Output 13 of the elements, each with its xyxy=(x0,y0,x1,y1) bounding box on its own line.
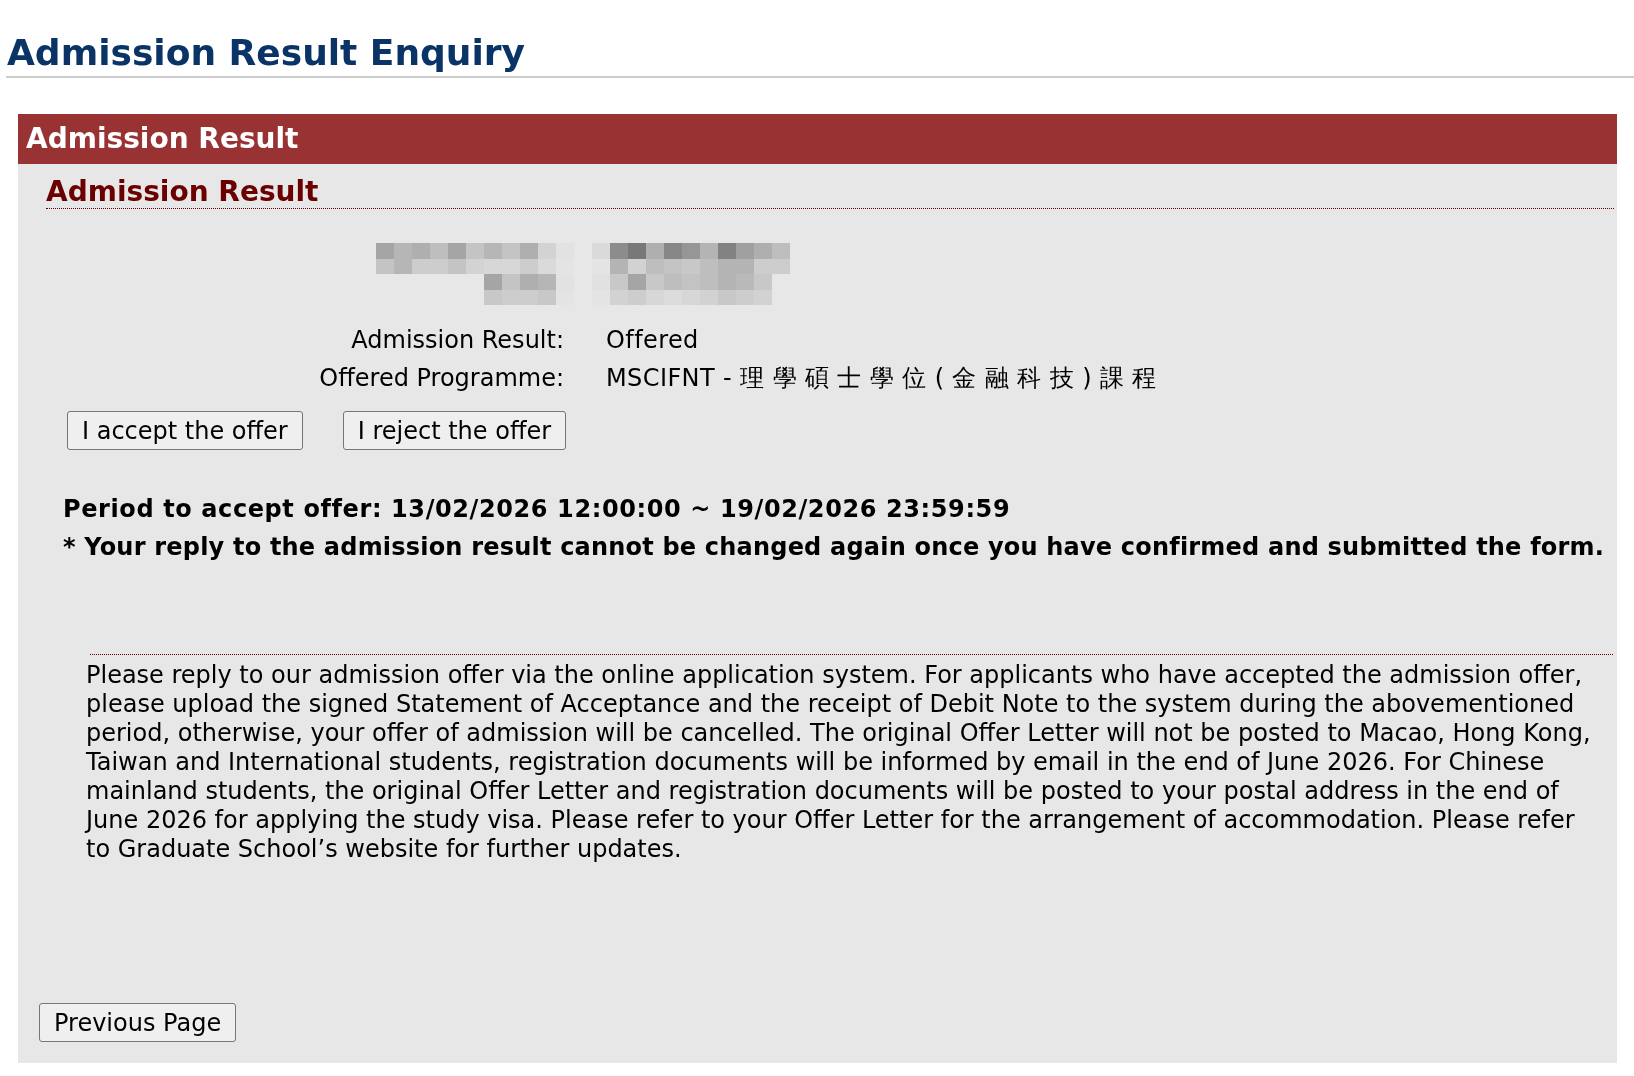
accept-offer-button[interactable]: I accept the offer xyxy=(67,411,303,451)
field-value: Offered xyxy=(605,325,700,357)
section-heading: Admission Result xyxy=(46,175,1614,210)
panel-title: Admission Result xyxy=(26,122,299,156)
notice-paragraph: Please reply to our admission offer via the online application system. For applicants who have accepted the admission offer, please upload the signed Statement of Acceptance and the receipt of Debit Note to the system during the abovementioned period, otherwise, your offer of admission will be cancelled. The original Offer Letter will not be posted to Macao, Hong Kong, Taiwan and International students, registration documents will be informed by email in the end of June 2026. For Chinese mainland students, the original Offer Letter and registration documents will be posted to your postal address in the end of June 2026 for applying the study visa. Please refer to your Offer Letter for the arrangement of accommodation. Please refer to Graduate School’s website for further updates. xyxy=(86,661,1592,865)
reject-offer-button[interactable]: I reject the offer xyxy=(342,411,567,451)
page-title: Admission Result Enquiry xyxy=(6,31,526,75)
field-value: MSCIFNT - 理 學 碩 士 學 位 ( 金 融 科 技 ) 課 程 xyxy=(605,363,1158,395)
previous-page-button[interactable]: Previous Page xyxy=(39,1003,237,1043)
field-label: Offered Programme: xyxy=(318,363,565,395)
warning-text: * Your reply to the admission result cannot be changed again once you have confirmed and submitted the form. xyxy=(63,532,1605,564)
acceptance-period-text: Period to accept offer: 13/02/2026 12:00:00 ~ 19/02/2026 23:59:59 xyxy=(63,494,1011,526)
field-label: Admission Result: xyxy=(350,325,565,357)
